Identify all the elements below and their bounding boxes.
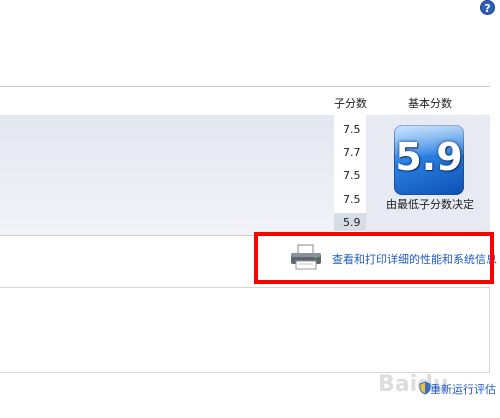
subscore-value: 7.5 — [343, 169, 361, 182]
base-score-badge: 5.9 — [394, 125, 464, 195]
base-score-caption: 由最低子分数决定 — [386, 198, 474, 211]
score-row-labels — [0, 115, 334, 235]
highlight-box — [254, 232, 494, 284]
subscore-value: 7.5 — [343, 123, 361, 136]
subscore-value: 5.9 — [343, 216, 361, 229]
subscore-value: 7.7 — [343, 146, 361, 159]
subscore-column-header: 子分数 — [334, 97, 367, 110]
base-score-value: 5.9 — [395, 135, 463, 179]
rerun-assessment-link[interactable]: 重新运行评估 — [430, 381, 496, 397]
help-icon[interactable]: ? — [480, 0, 495, 15]
subscore-value: 7.5 — [343, 193, 361, 206]
table-top-divider — [0, 86, 490, 87]
bottom-panel — [0, 287, 490, 373]
basescore-column-header: 基本分数 — [408, 97, 452, 110]
